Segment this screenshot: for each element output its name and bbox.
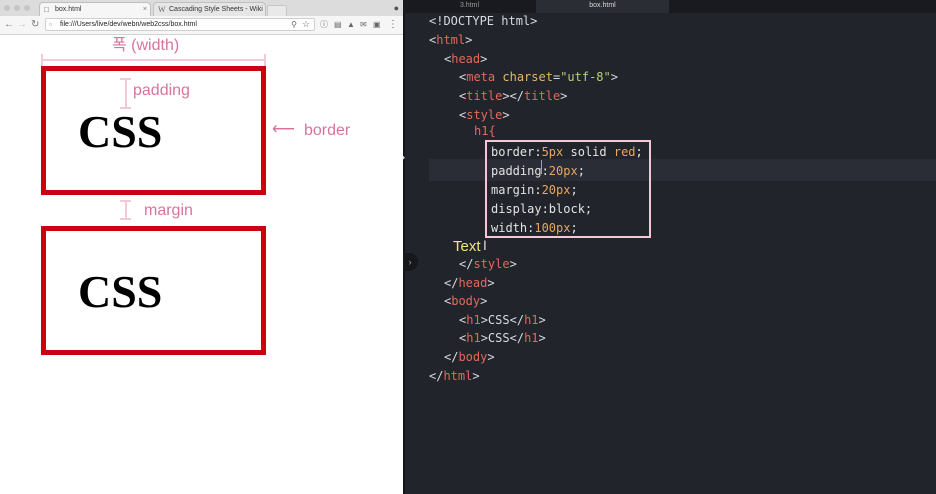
code-line-doctype[interactable]: <!DOCTYPE html> (429, 12, 537, 30)
code-line-body-close[interactable]: </body> (429, 348, 495, 366)
width-measure-cap-left (41, 54, 43, 66)
code-line-style-close[interactable]: </style> (429, 255, 517, 273)
pane-resize-handle[interactable]: ◆ (403, 152, 405, 162)
maximize-window-dot[interactable] (24, 5, 30, 11)
code-line-decl-margin[interactable]: margin:20px; (491, 181, 578, 200)
code-line-selector[interactable]: h1{ (429, 122, 496, 140)
profile-icon[interactable]: ● (394, 3, 399, 13)
code-editor: 3.html box.html ◆ › <!DOCTYPE html> <htm… (403, 0, 936, 494)
text-tool-label: Text (453, 238, 481, 255)
wikipedia-icon: W (158, 5, 166, 14)
margin-measure-line (125, 200, 127, 220)
reload-icon[interactable]: ↻ (31, 19, 39, 31)
ibeam-cursor-icon: Ⅰ (483, 238, 487, 253)
document-icon: □ (44, 5, 49, 14)
code-line-decl-display[interactable]: display:block; (491, 200, 592, 219)
close-tab-icon[interactable]: × (143, 3, 147, 16)
url-text[interactable]: file:///Users/live/dev/webn/web2css/box.… (60, 19, 197, 31)
menu-icon[interactable]: ⋮ (388, 19, 398, 30)
close-window-dot[interactable] (4, 5, 10, 11)
border-arrow-icon: ⟵ (272, 121, 295, 138)
extension-mail-icon[interactable]: ✉ (360, 19, 367, 30)
info-icon[interactable]: ⓘ (320, 19, 328, 30)
browser-tab-box-html[interactable]: □ box.html × (39, 2, 151, 16)
margin-measure-cap-bottom (120, 218, 131, 220)
code-line-head-close[interactable]: </head> (429, 274, 495, 292)
extension-chart-icon[interactable]: ▤ (334, 19, 342, 30)
address-bar[interactable]: ▫ file:///Users/live/dev/webn/web2css/bo… (45, 18, 315, 31)
code-line-body-open[interactable]: <body> (429, 292, 487, 310)
code-line-html-open[interactable]: <html> (429, 31, 472, 49)
width-annotation-label: 폭 (width) (112, 37, 180, 54)
browser-tab-wikipedia[interactable]: W Cascading Style Sheets - Wiki (153, 2, 266, 16)
zoom-icon[interactable]: ⚲ (291, 19, 297, 30)
code-line-decl-border[interactable]: border:5px solid red; (491, 143, 643, 162)
browser-toolbar: ← → ↻ ▫ file:///Users/live/dev/webn/web2… (0, 16, 403, 35)
browser-window: □ box.html × W Cascading Style Sheets - … (0, 0, 403, 494)
extension-mountain-icon[interactable]: ▲ (347, 19, 355, 30)
minimize-window-dot[interactable] (14, 5, 20, 11)
css-heading-2: CSS (78, 266, 163, 317)
browser-tab-strip: □ box.html × W Cascading Style Sheets - … (0, 0, 403, 17)
browser-tab-label: Cascading Style Sheets - Wiki (169, 6, 263, 13)
bookmark-star-icon[interactable]: ☆ (302, 19, 310, 30)
code-line-h1-first[interactable]: <h1>CSS</h1> (429, 311, 546, 329)
padding-measure-cap-bottom (120, 107, 131, 109)
forward-arrow-icon[interactable]: → (17, 19, 27, 31)
margin-annotation-label: margin (144, 202, 193, 219)
width-measure-line (41, 59, 266, 61)
editor-tab-box-html[interactable]: box.html (536, 0, 669, 13)
padding-measure-line (125, 78, 127, 109)
code-line-title[interactable]: <title></title> (429, 87, 567, 105)
css-heading-1: CSS (78, 106, 163, 157)
code-line-head-open[interactable]: <head> (429, 50, 487, 68)
code-line-decl-padding[interactable]: padding:20px; (491, 162, 585, 181)
page-info-icon[interactable]: ▫ (49, 20, 52, 30)
back-arrow-icon[interactable]: ← (4, 19, 14, 31)
browser-tab-label: box.html (55, 6, 82, 13)
border-annotation-label: border (304, 122, 351, 139)
css-heading-box-2: CSS (41, 226, 266, 355)
code-line-meta[interactable]: <meta charset="utf-8"> (429, 68, 618, 86)
extension-box-icon[interactable]: ▣ (373, 19, 381, 30)
width-measure-cap-right (264, 54, 266, 66)
code-line-h1-second[interactable]: <h1>CSS</h1> (429, 329, 546, 347)
text-cursor (541, 160, 542, 174)
code-line-html-close[interactable]: </html> (429, 367, 480, 385)
collapse-panel-button[interactable]: › (403, 253, 418, 271)
code-line-decl-width[interactable]: width:100px; (491, 219, 578, 238)
padding-annotation-label: padding (133, 82, 190, 99)
page-viewport: 폭 (width) CSS padding ⟵ border margin CS… (0, 35, 403, 494)
